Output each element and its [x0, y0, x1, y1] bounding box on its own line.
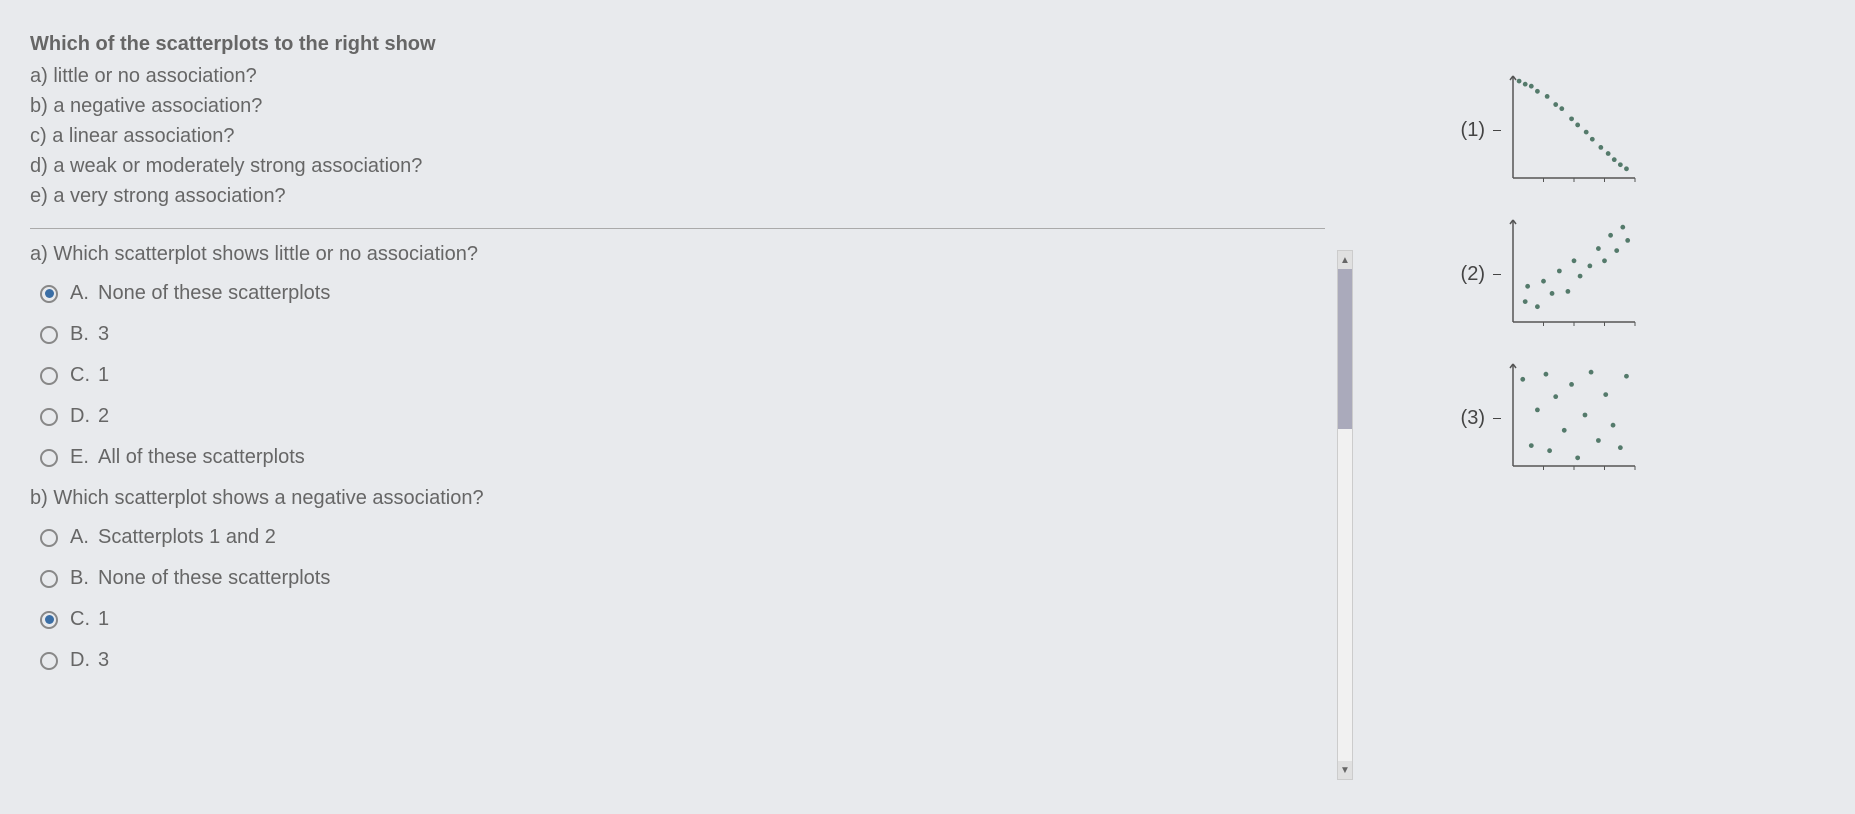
part-e: e) a very strong association?: [30, 182, 1325, 210]
scroll-down-icon[interactable]: ▼: [1338, 761, 1352, 779]
option-letter: B.: [70, 567, 98, 590]
chart-1-label: (1): [1455, 119, 1485, 142]
radio-icon[interactable]: [40, 449, 58, 467]
option-letter: D.: [70, 649, 98, 672]
part-c: c) a linear association?: [30, 122, 1325, 150]
option-text: 1: [98, 364, 109, 387]
radio-icon[interactable]: [40, 285, 58, 303]
chart-2-label: (2): [1455, 263, 1485, 286]
option-a-D[interactable]: D. 2: [40, 405, 1325, 428]
chart-3-label: (3): [1455, 407, 1485, 430]
option-text: 2: [98, 405, 109, 428]
section-a-options: A. None of these scatterplots B. 3 C. 1 …: [30, 282, 1325, 469]
option-letter: C.: [70, 364, 98, 387]
option-text: 3: [98, 323, 109, 346]
chart-1-row: (1): [1455, 70, 1815, 190]
part-a: a) little or no association?: [30, 62, 1325, 90]
option-a-B[interactable]: B. 3: [40, 323, 1325, 346]
radio-icon[interactable]: [40, 326, 58, 344]
option-a-A[interactable]: A. None of these scatterplots: [40, 282, 1325, 305]
section-b-title: b) Which scatterplot shows a negative as…: [30, 487, 1325, 510]
chart-tick-mark: [1493, 274, 1501, 275]
radio-icon[interactable]: [40, 529, 58, 547]
scroll-thumb[interactable]: [1338, 269, 1352, 429]
option-text: 3: [98, 649, 109, 672]
question-prompt: Which of the scatterplots to the right s…: [30, 30, 1325, 58]
question-panel: Which of the scatterplots to the right s…: [0, 20, 1355, 814]
section-divider: [30, 228, 1325, 229]
option-a-C[interactable]: C. 1: [40, 364, 1325, 387]
main-container: Which of the scatterplots to the right s…: [0, 0, 1855, 814]
radio-icon[interactable]: [40, 570, 58, 588]
option-letter: B.: [70, 323, 98, 346]
section-a-title: a) Which scatterplot shows little or no …: [30, 243, 1325, 266]
scatterplot-2: [1501, 214, 1641, 334]
scatterplot-3: [1501, 358, 1641, 478]
option-a-E[interactable]: E. All of these scatterplots: [40, 446, 1325, 469]
scatterplot-1: [1501, 70, 1641, 190]
option-b-D[interactable]: D. 3: [40, 649, 1325, 672]
option-letter: D.: [70, 405, 98, 428]
chart-tick-mark: [1493, 418, 1501, 419]
part-b: b) a negative association?: [30, 92, 1325, 120]
radio-icon[interactable]: [40, 367, 58, 385]
vertical-scrollbar[interactable]: ▲ ▼: [1337, 250, 1353, 780]
option-letter: A.: [70, 282, 98, 305]
charts-panel: (1) (2) (3): [1355, 20, 1855, 814]
scroll-up-icon[interactable]: ▲: [1338, 251, 1352, 269]
chart-tick-mark: [1493, 130, 1501, 131]
option-letter: A.: [70, 526, 98, 549]
option-text: None of these scatterplots: [98, 282, 330, 305]
chart-2-row: (2): [1455, 214, 1815, 334]
option-b-A[interactable]: A. Scatterplots 1 and 2: [40, 526, 1325, 549]
option-letter: E.: [70, 446, 98, 469]
radio-icon[interactable]: [40, 611, 58, 629]
option-text: None of these scatterplots: [98, 567, 330, 590]
option-b-B[interactable]: B. None of these scatterplots: [40, 567, 1325, 590]
section-b-options: A. Scatterplots 1 and 2 B. None of these…: [30, 526, 1325, 672]
chart-3-row: (3): [1455, 358, 1815, 478]
part-d: d) a weak or moderately strong associati…: [30, 152, 1325, 180]
radio-icon[interactable]: [40, 652, 58, 670]
option-text: 1: [98, 608, 109, 631]
radio-icon[interactable]: [40, 408, 58, 426]
option-text: Scatterplots 1 and 2: [98, 526, 276, 549]
option-text: All of these scatterplots: [98, 446, 305, 469]
option-b-C[interactable]: C. 1: [40, 608, 1325, 631]
option-letter: C.: [70, 608, 98, 631]
